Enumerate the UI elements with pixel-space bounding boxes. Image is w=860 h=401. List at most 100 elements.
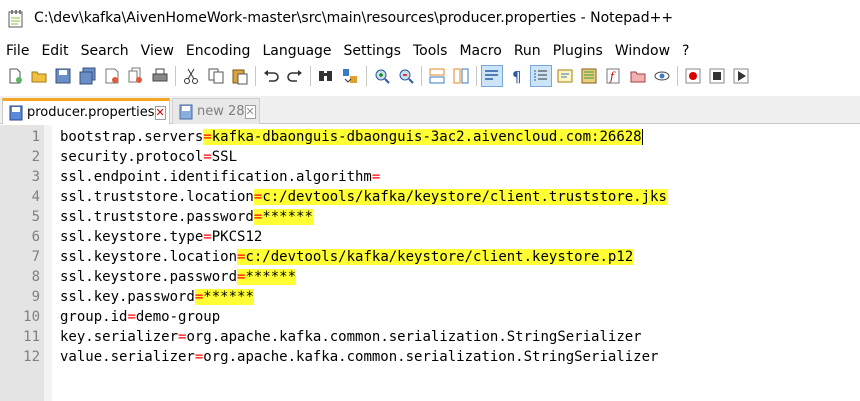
editor-line[interactable]: 1 bootstrap.servers=kafka-dbaonguis-dbaon… bbox=[0, 127, 860, 147]
file-icon bbox=[9, 105, 23, 120]
code-text[interactable]: value.serializer=org.apache.kafka.common… bbox=[60, 347, 658, 367]
code-text[interactable]: ssl.key.password=****** bbox=[60, 287, 254, 307]
menu-bar: File Edit Search View Encoding Language … bbox=[0, 40, 860, 62]
zoom-in-icon[interactable] bbox=[371, 65, 393, 87]
value-segment: = bbox=[372, 169, 380, 185]
copy-icon[interactable] bbox=[205, 65, 227, 87]
redo-icon[interactable] bbox=[284, 65, 306, 87]
property-key: group.id bbox=[60, 309, 128, 325]
tab-producer-properties[interactable]: producer.properties ✕ bbox=[2, 98, 170, 124]
menu-macro[interactable]: Macro bbox=[459, 43, 501, 59]
tab-label: producer.properties bbox=[27, 105, 155, 120]
open-file-icon[interactable] bbox=[28, 65, 50, 87]
editor-line[interactable]: 11 key.serializer=org.apache.kafka.common… bbox=[0, 327, 860, 347]
doc-map-icon[interactable] bbox=[578, 65, 600, 87]
replace-icon[interactable] bbox=[339, 65, 361, 87]
property-key: ssl.keystore.type bbox=[60, 229, 204, 245]
highlighted-value: =****** bbox=[237, 269, 297, 285]
print-icon[interactable] bbox=[149, 65, 171, 87]
sync-horizontal-icon[interactable] bbox=[450, 65, 472, 87]
tab-close-icon[interactable]: ✕ bbox=[244, 104, 256, 119]
property-value: SSL bbox=[211, 149, 238, 165]
property-key: value.serializer bbox=[60, 349, 195, 365]
title-bar: C:\dev\kafka\AivenHomeWork-master\src\ma… bbox=[0, 0, 860, 38]
tab-label: new 28 bbox=[197, 104, 245, 119]
toolbar-separator bbox=[676, 66, 678, 86]
menu-settings[interactable]: Settings bbox=[344, 43, 401, 59]
property-value: PKCS12 bbox=[211, 229, 263, 245]
code-text[interactable]: ssl.keystore.password=****** bbox=[60, 267, 297, 287]
line-number: 7 bbox=[31, 249, 40, 265]
editor-line[interactable]: 3 ssl.endpoint.identification.algorithm= bbox=[0, 167, 860, 187]
menu-encoding[interactable]: Encoding bbox=[186, 43, 251, 59]
menu-search[interactable]: Search bbox=[81, 43, 129, 59]
show-all-chars-icon[interactable]: ¶ bbox=[506, 65, 528, 87]
code-text[interactable]: bootstrap.servers=kafka-dbaonguis-dbaong… bbox=[60, 127, 643, 147]
undo-icon[interactable] bbox=[260, 65, 282, 87]
editor-line[interactable]: 8 ssl.keystore.password=****** bbox=[0, 267, 860, 287]
close-icon[interactable] bbox=[101, 65, 123, 87]
code-text[interactable]: ssl.endpoint.identification.algorithm= bbox=[60, 167, 380, 187]
editor-line[interactable]: 2 security.protocol=SSL bbox=[0, 147, 860, 167]
menu-file[interactable]: File bbox=[6, 43, 29, 59]
editor-line[interactable]: 5 ssl.truststore.password=****** bbox=[0, 207, 860, 227]
close-all-icon[interactable] bbox=[125, 65, 147, 87]
menu-view[interactable]: View bbox=[141, 43, 174, 59]
editor-line[interactable]: 6 ssl.keystore.type=PKCS12 bbox=[0, 227, 860, 247]
equals-operator: = bbox=[203, 149, 212, 165]
editor-line[interactable]: 12 value.serializer=org.apache.kafka.comm… bbox=[0, 347, 860, 367]
zoom-out-icon[interactable] bbox=[395, 65, 417, 87]
code-text[interactable]: ssl.keystore.type=PKCS12 bbox=[60, 227, 262, 247]
equals-operator: = bbox=[127, 309, 136, 325]
tab-close-icon[interactable]: ✕ bbox=[154, 105, 166, 120]
property-key: bootstrap.servers bbox=[60, 129, 204, 145]
menu-run[interactable]: Run bbox=[514, 43, 541, 59]
editor-line[interactable]: 4 ssl.truststore.location=c:/devtools/kaf… bbox=[0, 187, 860, 207]
find-icon[interactable] bbox=[315, 65, 337, 87]
editor[interactable]: 1 bootstrap.servers=kafka-dbaonguis-dbaon… bbox=[0, 125, 860, 401]
code-text[interactable]: ssl.keystore.location=c:/devtools/kafka/… bbox=[60, 247, 634, 267]
code-text[interactable]: security.protocol=SSL bbox=[60, 147, 237, 167]
line-number: 11 bbox=[23, 329, 40, 345]
function-list-icon[interactable]: f bbox=[602, 65, 624, 87]
save-all-icon[interactable] bbox=[77, 65, 99, 87]
window-title: C:\dev\kafka\AivenHomeWork-master\src\ma… bbox=[34, 10, 674, 26]
tab-new-28[interactable]: new 28 ✕ bbox=[172, 98, 260, 124]
line-number: 8 bbox=[31, 269, 40, 285]
menu-edit[interactable]: Edit bbox=[41, 43, 68, 59]
folder-workspace-icon[interactable] bbox=[627, 65, 649, 87]
value-segment: =org.apache.kafka.common.serialization.S… bbox=[178, 329, 642, 345]
equals-operator: = bbox=[371, 169, 381, 185]
monitoring-icon[interactable] bbox=[651, 65, 673, 87]
property-value: demo-group bbox=[135, 309, 221, 325]
highlighted-value: =****** bbox=[194, 289, 254, 305]
toolbar-separator bbox=[175, 66, 177, 86]
save-icon[interactable] bbox=[52, 65, 74, 87]
menu-window[interactable]: Window bbox=[615, 43, 670, 59]
stop-record-icon[interactable] bbox=[706, 65, 728, 87]
menu-language[interactable]: Language bbox=[262, 43, 331, 59]
code-text[interactable]: group.id=demo-group bbox=[60, 307, 220, 327]
notepadpp-app-icon[interactable] bbox=[8, 10, 24, 28]
play-macro-icon[interactable] bbox=[730, 65, 752, 87]
line-number: 2 bbox=[31, 149, 40, 165]
menu-help[interactable]: ? bbox=[682, 43, 689, 59]
udl-icon[interactable] bbox=[554, 65, 576, 87]
editor-line[interactable]: 7 ssl.keystore.location=c:/devtools/kafka… bbox=[0, 247, 860, 267]
editor-lines[interactable]: 1 bootstrap.servers=kafka-dbaonguis-dbaon… bbox=[0, 127, 860, 367]
sync-vertical-icon[interactable] bbox=[426, 65, 448, 87]
record-macro-icon[interactable] bbox=[682, 65, 704, 87]
paste-icon[interactable] bbox=[229, 65, 251, 87]
code-text[interactable]: ssl.truststore.location=c:/devtools/kafk… bbox=[60, 187, 667, 207]
editor-line[interactable]: 10 group.id=demo-group bbox=[0, 307, 860, 327]
code-text[interactable]: key.serializer=org.apache.kafka.common.s… bbox=[60, 327, 642, 347]
editor-line[interactable]: 9 ssl.key.password=****** bbox=[0, 287, 860, 307]
cut-icon[interactable] bbox=[180, 65, 202, 87]
menu-plugins[interactable]: Plugins bbox=[553, 43, 603, 59]
word-wrap-icon[interactable] bbox=[481, 65, 504, 87]
code-text[interactable]: ssl.truststore.password=****** bbox=[60, 207, 313, 227]
indent-guide-icon[interactable] bbox=[529, 65, 552, 87]
menu-tools[interactable]: Tools bbox=[413, 43, 448, 59]
line-number: 1 bbox=[31, 129, 40, 145]
new-file-icon[interactable] bbox=[4, 65, 26, 87]
